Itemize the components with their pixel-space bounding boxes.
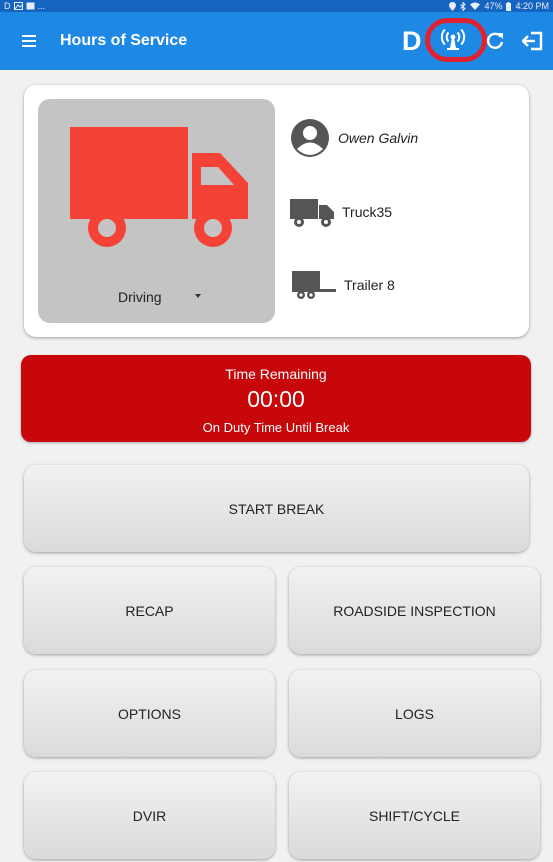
truck-row: Truck35 — [290, 195, 392, 229]
time-remaining-label: Time Remaining — [225, 366, 327, 382]
time-remaining-value: 00:00 — [247, 386, 305, 412]
location-icon — [449, 1, 457, 11]
driver-status-card: Driving Owen Galvin Truck35 Trailer 8 — [24, 85, 529, 337]
dvir-button[interactable]: DVIR — [24, 772, 275, 859]
trailer-row: Trailer 8 — [290, 269, 395, 301]
battery-level: 47% — [484, 1, 503, 11]
gallery-notification-icon — [26, 2, 34, 10]
trailer-icon — [292, 271, 336, 299]
system-status-bar: D ... 47% 4:20 PM — [0, 0, 553, 12]
menu-icon[interactable] — [22, 35, 36, 47]
app-bar: Hours of Service D — [0, 12, 553, 70]
refresh-icon[interactable] — [484, 30, 506, 52]
truck-small-icon — [290, 199, 334, 227]
roadside-inspection-button[interactable]: ROADSIDE INSPECTION — [289, 567, 540, 654]
bluetooth-icon — [460, 1, 467, 11]
trailer-id: Trailer 8 — [344, 277, 395, 293]
logs-button[interactable]: LOGS — [289, 670, 540, 757]
duty-status-selector[interactable]: Driving — [38, 99, 275, 323]
clock: 4:20 PM — [515, 1, 549, 11]
logout-icon[interactable] — [522, 30, 544, 52]
signal-broadcast-icon[interactable] — [438, 26, 468, 54]
truck-id: Truck35 — [342, 204, 393, 220]
account-circle-icon — [291, 119, 329, 157]
duty-status-label: Driving — [118, 289, 162, 305]
shift-cycle-button[interactable]: SHIFT/CYCLE — [289, 772, 540, 859]
driver-name: Owen Galvin — [338, 130, 419, 146]
page-title: Hours of Service — [60, 32, 188, 49]
status-more: ... — [37, 1, 46, 11]
truck-icon — [70, 127, 248, 247]
recap-button[interactable]: RECAP — [24, 567, 275, 654]
chevron-down-icon — [195, 294, 201, 298]
time-remaining-panel: Time Remaining 00:00 On Duty Time Until … — [21, 355, 531, 442]
status-app-letter: D — [4, 1, 11, 11]
wifi-icon — [470, 2, 481, 10]
status-right-group: 47% 4:20 PM — [449, 1, 549, 11]
driver-row: Owen Galvin — [290, 118, 418, 158]
status-left-group: D ... — [4, 1, 45, 11]
image-notification-icon — [13, 2, 23, 10]
start-break-button[interactable]: START BREAK — [24, 465, 529, 552]
duty-mode-indicator[interactable]: D — [402, 26, 422, 57]
battery-icon — [506, 1, 512, 11]
time-remaining-subtitle: On Duty Time Until Break — [202, 420, 350, 435]
options-button[interactable]: OPTIONS — [24, 670, 275, 757]
